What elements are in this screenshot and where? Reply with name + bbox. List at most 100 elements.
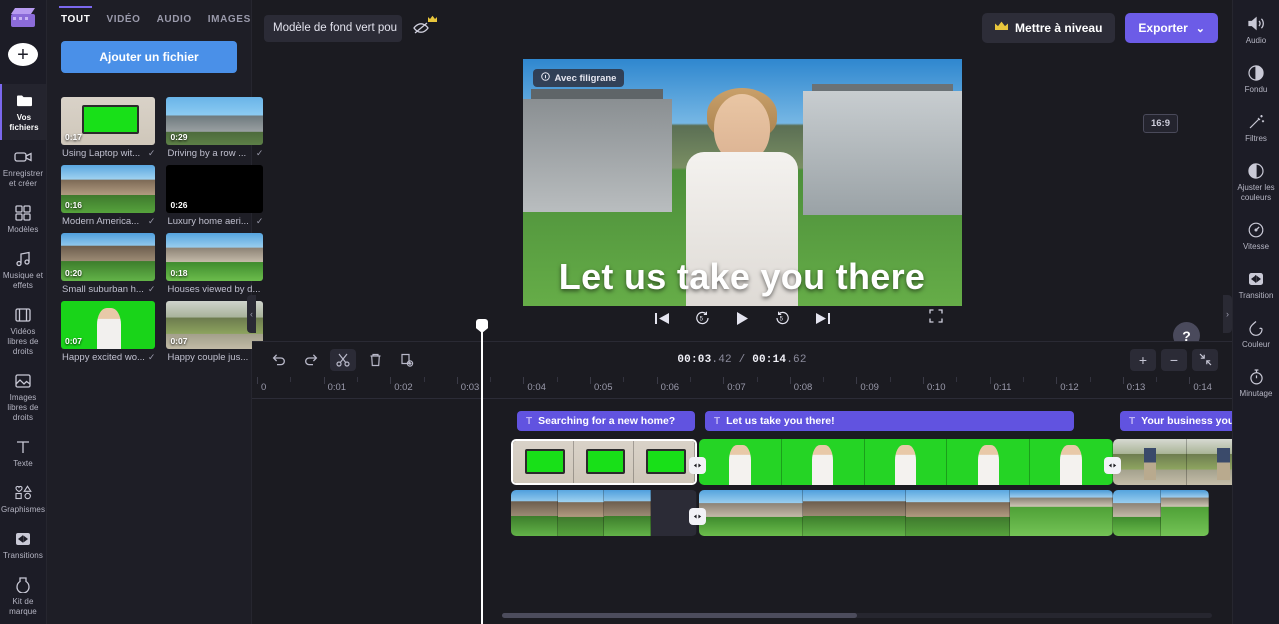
add-button[interactable]: + [8, 43, 38, 66]
watermark-badge[interactable]: Avec filigrane [532, 69, 625, 87]
speedometer-icon [1248, 221, 1264, 238]
project-title-input[interactable]: Modèle de fond vert pou [264, 14, 402, 42]
timeline: 00:03.42 / 00:14.62 + − 0 0:01 0:02 0:03 0:0… [252, 319, 1232, 624]
media-thumbnail[interactable]: 0:07 [61, 301, 156, 349]
ruler-tick-line [556, 377, 558, 382]
fit-to-screen-button[interactable] [1192, 348, 1218, 371]
camera-icon [14, 148, 32, 165]
right-item-label: Filtres [1245, 134, 1267, 143]
media-item[interactable]: 0:17 Using Laptop wit... ✓ [61, 97, 156, 159]
tab-images[interactable]: IMAGES [208, 14, 251, 34]
shapes-icon [14, 484, 32, 501]
aspect-ratio-badge[interactable]: 16:9 [1142, 114, 1178, 133]
undo-button[interactable] [266, 349, 292, 371]
media-duration: 0:07 [65, 336, 83, 346]
sidebar-item-label: Modèles [7, 225, 39, 234]
media-name-row: Happy couple jus... ✓ [166, 349, 263, 363]
media-thumbnail[interactable]: 0:29 [166, 97, 264, 145]
timeline-scrollbar-thumb[interactable] [502, 613, 857, 618]
sidebar-item-transitions[interactable]: Transitions [0, 522, 46, 568]
export-button[interactable]: Exporter ⌄ [1125, 13, 1218, 43]
video-preview[interactable]: Let us take you there Avec filigrane [522, 59, 962, 306]
ruler-tick-line [823, 377, 825, 382]
collapse-left-panel-button[interactable]: ‹ [247, 295, 256, 333]
music-note-icon [15, 250, 31, 267]
timeline-ruler[interactable]: 0 0:01 0:02 0:03 0:04 0:05 0:06 0:07 0:08 0:09 0:1… [252, 377, 1232, 399]
collapse-right-panel-button[interactable]: › [1223, 295, 1232, 333]
right-item-filtres[interactable]: Filtres [1233, 104, 1279, 153]
media-item[interactable]: 0:29 Driving by a row ... ✓ [166, 97, 264, 159]
right-item-couleur[interactable]: Couleur [1233, 310, 1279, 359]
stopwatch-icon [1249, 368, 1264, 385]
text-clip[interactable]: T Let us take you there! [705, 411, 1074, 431]
transition-badge-2[interactable] [689, 508, 706, 525]
sidebar-item-label: Kit de marque [9, 597, 37, 616]
timeline-clip-green-screen-laptop[interactable] [511, 439, 697, 485]
sidebar-item-images-libres-de-droits[interactable]: Images libres de droits [0, 364, 46, 430]
forward-5s-icon[interactable]: 5 [775, 311, 790, 325]
right-item-audio[interactable]: Audio [1233, 6, 1279, 55]
play-icon[interactable] [735, 311, 750, 326]
text-clip-label: Let us take you there! [726, 415, 835, 427]
timeline-clip-lawn[interactable] [1113, 490, 1209, 536]
sidebar-item-musique-et-effets[interactable]: Musique et effets [0, 242, 46, 298]
ruler-tick-label: 0:07 [727, 382, 746, 393]
media-thumbnail[interactable]: 0:16 [61, 165, 156, 213]
media-thumbnail[interactable]: 0:17 [61, 97, 156, 145]
right-item-minutage[interactable]: Minutage [1233, 359, 1279, 408]
player-controls: 5 5 [252, 303, 1232, 333]
timeline-clip-couple-house[interactable] [1113, 439, 1232, 485]
media-item[interactable]: 0:20 Small suburban h... ✓ [61, 233, 156, 295]
media-thumbnail[interactable]: 0:20 [61, 233, 156, 281]
sidebar-item-modeles[interactable]: Modèles [0, 196, 46, 242]
skip-to-end-icon[interactable] [815, 312, 830, 325]
media-item[interactable]: 0:18 Houses viewed by d... [166, 233, 264, 295]
right-item-ajuster-les-couleurs[interactable]: Ajuster les couleurs [1233, 153, 1279, 212]
media-item[interactable]: 0:16 Modern America... ✓ [61, 165, 156, 227]
text-clip[interactable]: T Your business yourbusiness.com [1120, 411, 1232, 431]
timeline-clip-green-screen-woman[interactable] [699, 439, 1113, 485]
rewind-5s-icon[interactable]: 5 [695, 311, 710, 325]
delete-button[interactable] [362, 349, 388, 371]
sidebar-item-kit-de-marque[interactable]: Kit de marque [0, 568, 46, 624]
clip-frame [513, 441, 574, 483]
duplicate-button[interactable] [394, 349, 420, 371]
redo-button[interactable] [298, 349, 324, 371]
right-item-fondu[interactable]: Fondu [1233, 55, 1279, 104]
media-thumbnail[interactable]: 0:26 [166, 165, 264, 213]
sidebar-item-label: Vidéos libres de droits [7, 327, 39, 356]
tab-tout[interactable]: TOUT [58, 6, 93, 34]
sidebar-item-enregistrer-et-creer[interactable]: Enregistrer et créer [0, 140, 46, 196]
split-button[interactable] [330, 348, 356, 371]
add-file-button[interactable]: Ajouter un fichier [61, 41, 237, 73]
ruler-tick-label: 0:14 [1193, 382, 1212, 393]
timeline-clip-house-strip-1[interactable] [511, 490, 697, 536]
transition-badge-3[interactable] [1104, 457, 1121, 474]
ruler-tick-line [956, 377, 958, 382]
sidebar-item-vos-fichiers[interactable]: Vos fichiers [0, 84, 46, 140]
skip-to-start-icon[interactable] [654, 312, 670, 325]
text-clip[interactable]: T Searching for a new home? [517, 411, 695, 431]
ruler-tick-line [1022, 377, 1024, 382]
sidebar-item-texte[interactable]: Texte [0, 430, 46, 476]
sidebar-item-videos-libres-de-droits[interactable]: Vidéos libres de droits [0, 298, 46, 364]
right-item-vitesse[interactable]: Vitesse [1233, 212, 1279, 261]
tab-audio[interactable]: AUDIO [157, 14, 192, 34]
right-item-transition[interactable]: Transition [1233, 261, 1279, 310]
ruler-tick-line [789, 377, 791, 384]
fullscreen-icon[interactable] [929, 309, 943, 328]
zoom-in-button[interactable]: + [1130, 348, 1156, 371]
zoom-out-button[interactable]: − [1161, 348, 1187, 371]
house-left [522, 98, 672, 213]
media-thumbnail[interactable]: 0:18 [166, 233, 264, 281]
media-item[interactable]: 0:26 Luxury home aeri... ✓ [166, 165, 264, 227]
sidebar-item-graphismes[interactable]: Graphismes [0, 476, 46, 522]
tab-video[interactable]: VIDÉO [106, 14, 140, 34]
transition-badge-1[interactable] [689, 457, 706, 474]
eye-off-icon[interactable] [412, 15, 437, 36]
upgrade-button[interactable]: Mettre à niveau [982, 13, 1116, 43]
transition-icon [15, 530, 31, 547]
image-icon [15, 372, 31, 389]
media-item[interactable]: 0:07 Happy excited wo... ✓ [61, 301, 156, 363]
timeline-clip-house-strip-2[interactable] [699, 490, 1113, 536]
